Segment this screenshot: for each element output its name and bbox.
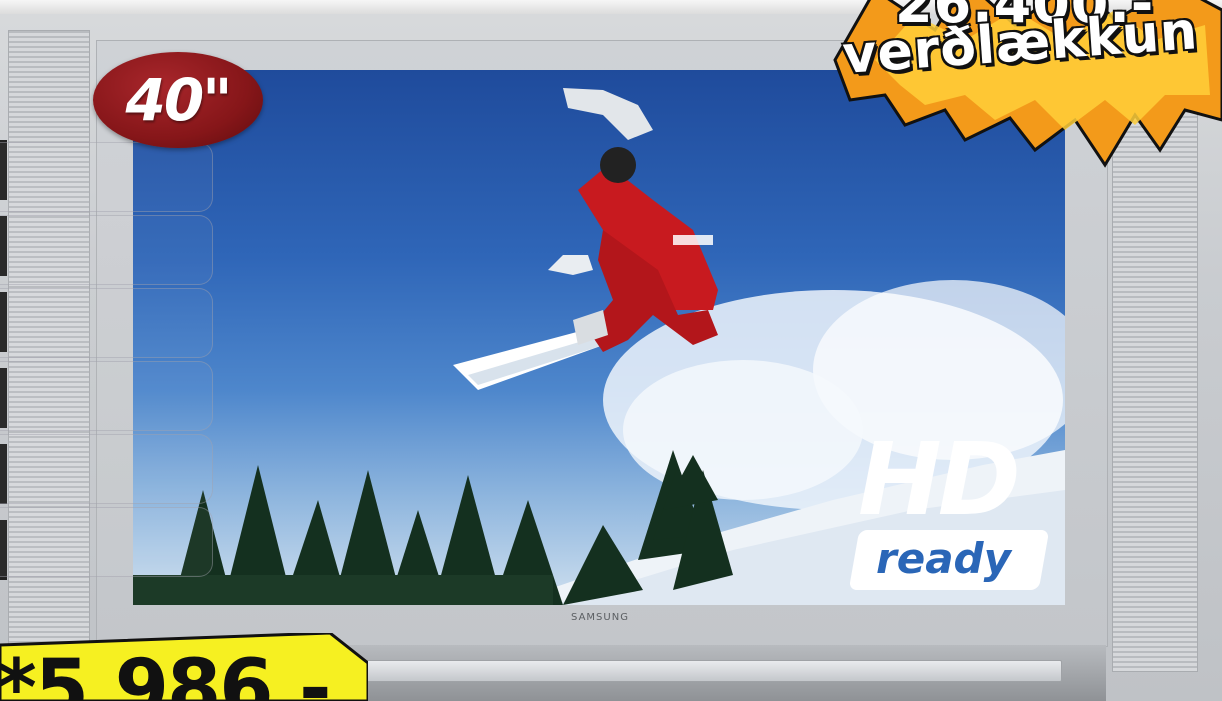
- screen-size-badge: 40": [93, 52, 263, 148]
- ghost-card-outline: [0, 434, 213, 504]
- price-drop-burst: 26.400.- verðlækkun: [815, 0, 1222, 170]
- ghost-card-outline: [0, 361, 213, 431]
- hd-ready-logo: HD ready: [848, 421, 1050, 595]
- ghost-card-outline: [0, 507, 213, 577]
- ghost-card-outline: [0, 215, 213, 285]
- tv-control-strip: [330, 660, 1062, 682]
- ghost-card-outline: [0, 142, 213, 212]
- screen-size-text: 40": [125, 66, 233, 134]
- ready-text: ready: [876, 534, 1011, 583]
- hd-text: HD: [858, 421, 1021, 538]
- price-tag: *5.986.-: [0, 633, 368, 701]
- ghost-card-outline: [0, 288, 213, 358]
- right-speaker-grille: [1112, 110, 1198, 672]
- tv-brand-label: SAMSUNG: [571, 612, 629, 623]
- price-value: *5.986.-: [0, 644, 332, 701]
